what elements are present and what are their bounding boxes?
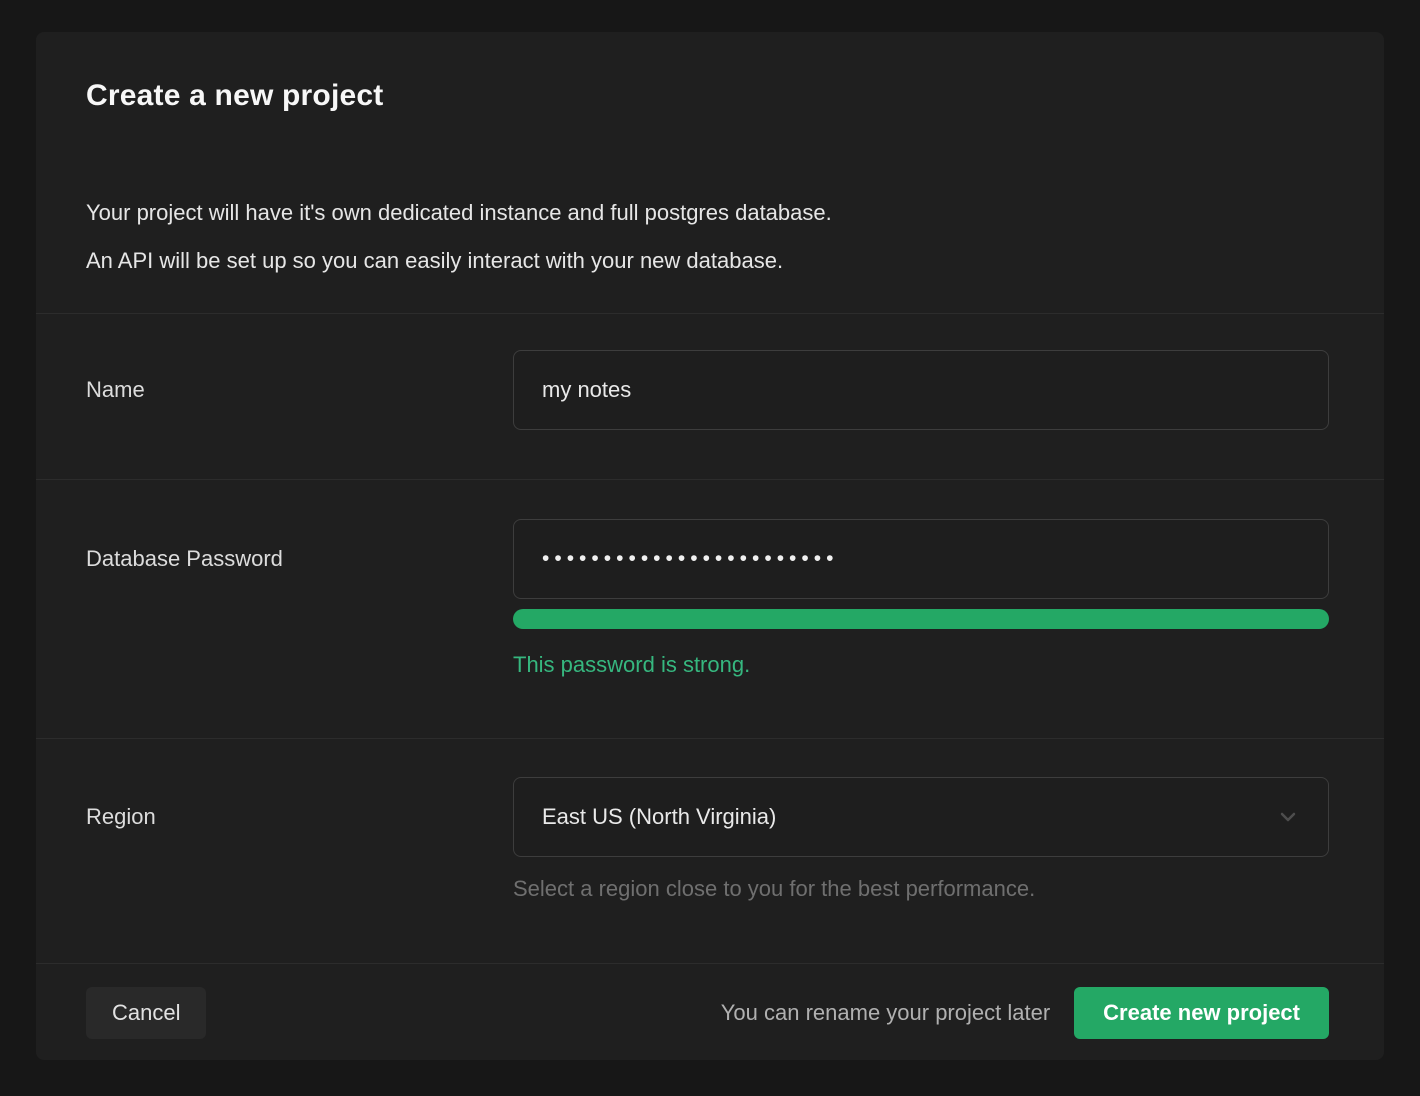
password-strength-message: This password is strong. bbox=[513, 652, 1329, 678]
create-new-project-button[interactable]: Create new project bbox=[1074, 987, 1329, 1039]
chevron-down-icon bbox=[1274, 803, 1302, 831]
region-label-col: Region bbox=[36, 739, 513, 963]
region-field-content: East US (North Virginia) Select a region… bbox=[513, 739, 1329, 963]
rename-note: You can rename your project later bbox=[721, 1000, 1050, 1026]
dialog-description-line1: Your project will have it's own dedicate… bbox=[86, 200, 1334, 226]
create-project-dialog: Create a new project Your project will h… bbox=[36, 32, 1384, 1060]
dialog-header: Create a new project Your project will h… bbox=[36, 32, 1384, 313]
database-password-input[interactable] bbox=[513, 519, 1329, 599]
password-field-row: Database Password This password is stron… bbox=[36, 479, 1384, 738]
name-label: Name bbox=[86, 377, 145, 402]
password-field-content: This password is strong. bbox=[513, 480, 1329, 738]
region-selected-value: East US (North Virginia) bbox=[542, 804, 776, 830]
dialog-title: Create a new project bbox=[86, 78, 1334, 114]
region-select[interactable]: East US (North Virginia) bbox=[513, 777, 1329, 857]
dialog-description-line2: An API will be set up so you can easily … bbox=[86, 248, 1334, 274]
cancel-button[interactable]: Cancel bbox=[86, 987, 206, 1039]
password-strength-bar bbox=[513, 609, 1329, 629]
name-label-col: Name bbox=[36, 314, 513, 479]
dialog-footer: Cancel You can rename your project later… bbox=[36, 963, 1384, 1060]
region-field-row: Region East US (North Virginia) Select a… bbox=[36, 738, 1384, 963]
password-label-col: Database Password bbox=[36, 480, 513, 738]
region-helper-text: Select a region close to you for the bes… bbox=[513, 876, 1329, 902]
name-field-content bbox=[513, 314, 1329, 479]
footer-right-group: You can rename your project later Create… bbox=[721, 987, 1329, 1039]
name-field-row: Name bbox=[36, 313, 1384, 479]
project-name-input[interactable] bbox=[513, 350, 1329, 430]
region-label: Region bbox=[86, 804, 156, 829]
password-label: Database Password bbox=[86, 546, 283, 571]
